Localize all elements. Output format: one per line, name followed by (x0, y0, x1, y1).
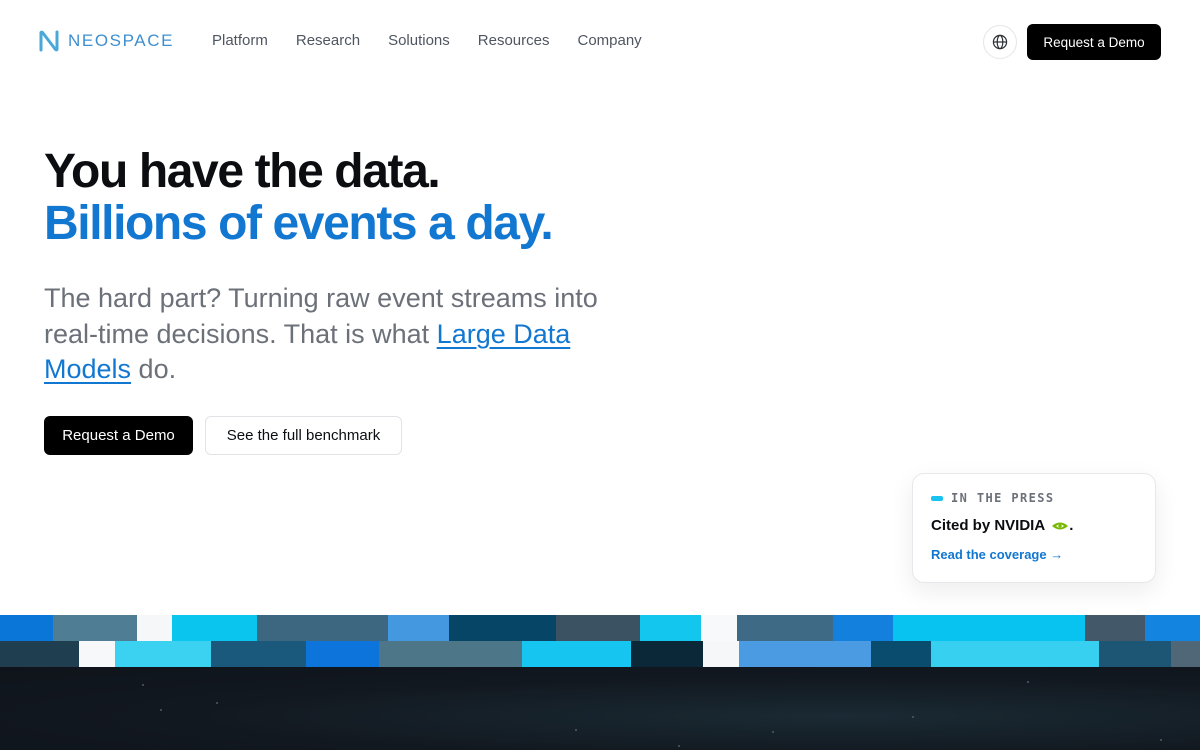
language-button[interactable] (983, 25, 1017, 59)
nav-item-solutions[interactable]: Solutions (388, 32, 450, 50)
nav-item-company[interactable]: Company (577, 32, 641, 50)
press-eyebrow: IN THE PRESS (931, 491, 1055, 505)
star-dot (142, 684, 144, 686)
hero-subtitle: The hard part? Turning raw event streams… (44, 281, 644, 388)
star-dot (160, 709, 162, 711)
band-cell (0, 641, 79, 667)
band-cell (871, 641, 931, 667)
band-cell (893, 615, 1085, 641)
band-cell (1171, 641, 1200, 667)
band-cell (306, 641, 379, 667)
hero-title: You have the data. Billions of events a … (44, 145, 554, 250)
band-cell (931, 641, 1099, 667)
band-cell (172, 615, 257, 641)
press-card: IN THE PRESS Cited by NVIDIA . Read the … (912, 473, 1156, 583)
band-cell (631, 641, 703, 667)
band-cell (737, 615, 833, 641)
brand-logo[interactable]: NEOSPACE (38, 30, 174, 52)
site-header: NEOSPACE Platform Research Solutions Res… (0, 0, 1200, 84)
cited-text: Cited by NVIDIA (931, 517, 1046, 534)
hero-title-line2: Billions of events a day. (44, 197, 554, 250)
dark-section (0, 667, 1200, 750)
band-cell (833, 615, 893, 641)
pixel-band (0, 615, 1200, 667)
band-cell (1099, 641, 1171, 667)
cited-suffix: . (1069, 517, 1074, 534)
press-label: IN THE PRESS (951, 491, 1055, 505)
star-dot (1027, 681, 1029, 683)
band-cell (379, 641, 522, 667)
nvidia-logo-icon (1051, 519, 1070, 532)
band-cell (115, 641, 211, 667)
read-coverage-link[interactable]: Read the coverage → (931, 547, 1063, 562)
star-dot (575, 729, 577, 731)
band-cell (211, 641, 306, 667)
band-cell (257, 615, 388, 641)
nav-item-research[interactable]: Research (296, 32, 360, 50)
header-request-demo-button[interactable]: Request a Demo (1027, 24, 1161, 60)
eyebrow-dash (931, 495, 943, 501)
band-cell (556, 615, 640, 641)
see-benchmark-button[interactable]: See the full benchmark (205, 416, 402, 455)
nav-item-platform[interactable]: Platform (212, 32, 268, 50)
brand-name: NEOSPACE (68, 31, 175, 50)
band-cell (1085, 615, 1145, 641)
star-dot (216, 702, 218, 704)
request-demo-button[interactable]: Request a Demo (44, 416, 193, 455)
nav-item-resources[interactable]: Resources (478, 32, 550, 50)
globe-icon (992, 34, 1008, 50)
band-cell (701, 615, 737, 641)
band-cell (0, 615, 53, 641)
band-cell (640, 615, 701, 641)
band-cell (739, 641, 871, 667)
band-cell (1145, 615, 1200, 641)
pixel-band-row-bottom (0, 641, 1200, 667)
star-dot (912, 716, 914, 718)
hero-title-line1: You have the data. (44, 145, 441, 198)
band-cell (388, 615, 449, 641)
star-dot (1160, 739, 1162, 741)
press-cited: Cited by NVIDIA . (931, 517, 1073, 534)
neospace-logo-icon (39, 30, 59, 52)
pixel-band-row-top (0, 615, 1200, 641)
band-cell (137, 615, 172, 641)
star-dot (678, 745, 680, 747)
band-cell (79, 641, 115, 667)
band-cell (703, 641, 739, 667)
band-cell (449, 615, 556, 641)
band-cell (53, 615, 137, 641)
star-dot (772, 731, 774, 733)
main-nav: Platform Research Solutions Resources Co… (212, 32, 670, 50)
hero-subtitle-suffix: do. (131, 354, 177, 384)
band-cell (522, 641, 631, 667)
